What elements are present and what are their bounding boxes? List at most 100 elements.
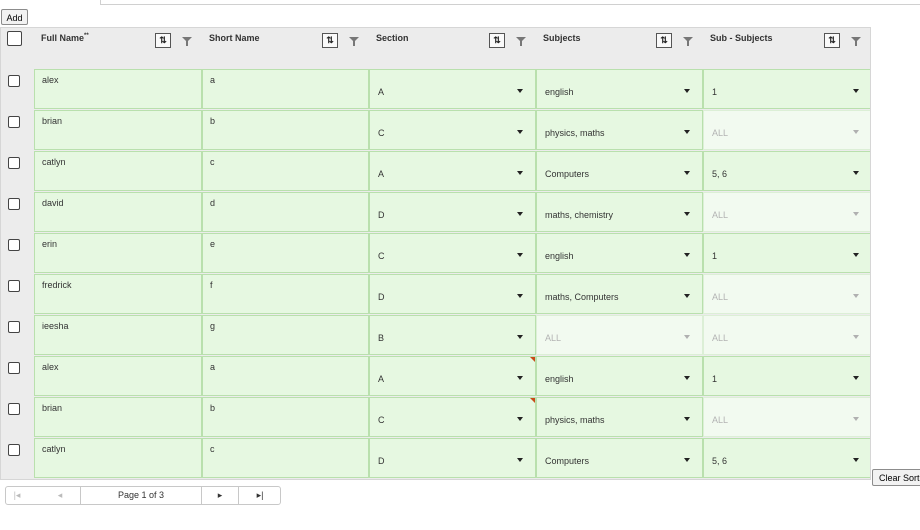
section-dropdown[interactable]: A xyxy=(369,356,536,396)
row-checkbox[interactable] xyxy=(8,403,20,415)
filter-icon[interactable] xyxy=(349,37,359,46)
section-dropdown[interactable]: B xyxy=(369,315,536,355)
short-name-cell[interactable]: c xyxy=(202,438,369,478)
short-name-cell[interactable]: b xyxy=(202,110,369,150)
full-name-cell[interactable]: alex xyxy=(34,69,202,109)
last-page-icon[interactable]: ▸| xyxy=(239,487,281,504)
row-checkbox[interactable] xyxy=(8,321,20,333)
sort-arrows-icon[interactable]: ⇅ xyxy=(155,33,171,48)
subjects-dropdown[interactable]: maths, chemistry xyxy=(536,192,703,232)
section-dropdown[interactable]: D xyxy=(369,274,536,314)
chevron-down-icon[interactable] xyxy=(684,417,690,421)
row-checkbox[interactable] xyxy=(8,444,20,456)
sort-arrows-icon[interactable]: ⇅ xyxy=(322,33,338,48)
subjects-dropdown[interactable]: Computers xyxy=(536,151,703,191)
chevron-down-icon[interactable] xyxy=(517,335,523,339)
subjects-dropdown[interactable]: english xyxy=(536,233,703,273)
sub-subjects-dropdown[interactable]: 1 xyxy=(703,69,870,109)
chevron-down-icon[interactable] xyxy=(684,212,690,216)
full-name-cell[interactable]: alex xyxy=(34,356,202,396)
sort-arrows-icon[interactable]: ⇅ xyxy=(656,33,672,48)
filter-icon[interactable] xyxy=(683,37,693,46)
subjects-dropdown[interactable]: english xyxy=(536,356,703,396)
chevron-down-icon[interactable] xyxy=(853,376,859,380)
section-dropdown[interactable]: A xyxy=(369,151,536,191)
chevron-down-icon[interactable] xyxy=(517,376,523,380)
chevron-down-icon[interactable] xyxy=(517,294,523,298)
short-name-cell[interactable]: c xyxy=(202,151,369,191)
sub-subjects-dropdown[interactable]: 1 xyxy=(703,233,870,273)
subjects-dropdown[interactable]: physics, maths xyxy=(536,110,703,150)
chevron-down-icon[interactable] xyxy=(684,294,690,298)
short-name-cell[interactable]: g xyxy=(202,315,369,355)
row-checkbox[interactable] xyxy=(8,280,20,292)
column-header-sub-subjects[interactable]: Sub - Subjects ⇅ xyxy=(703,28,870,69)
chevron-down-icon[interactable] xyxy=(853,171,859,175)
row-checkbox[interactable] xyxy=(8,157,20,169)
chevron-down-icon[interactable] xyxy=(517,458,523,462)
row-checkbox[interactable] xyxy=(8,362,20,374)
full-name-cell[interactable]: erin xyxy=(34,233,202,273)
full-name-cell[interactable]: ieesha xyxy=(34,315,202,355)
row-checkbox[interactable] xyxy=(8,239,20,251)
subjects-dropdown[interactable]: english xyxy=(536,69,703,109)
short-name-cell[interactable]: a xyxy=(202,69,369,109)
chevron-down-icon[interactable] xyxy=(517,417,523,421)
chevron-down-icon[interactable] xyxy=(684,89,690,93)
chevron-down-icon[interactable] xyxy=(517,171,523,175)
chevron-down-icon[interactable] xyxy=(517,212,523,216)
filter-icon[interactable] xyxy=(851,37,861,46)
subjects-dropdown[interactable]: physics, maths xyxy=(536,397,703,437)
section-dropdown[interactable]: D xyxy=(369,192,536,232)
full-name-cell[interactable]: catlyn xyxy=(34,438,202,478)
row-checkbox[interactable] xyxy=(8,116,20,128)
prev-page-icon[interactable]: ◂ xyxy=(36,487,84,504)
section-dropdown[interactable]: C xyxy=(369,397,536,437)
row-checkbox[interactable] xyxy=(8,75,20,87)
row-checkbox[interactable] xyxy=(8,198,20,210)
chevron-down-icon[interactable] xyxy=(853,458,859,462)
full-name-cell[interactable]: fredrick xyxy=(34,274,202,314)
short-name-cell[interactable]: a xyxy=(202,356,369,396)
first-page-icon[interactable]: |◂ xyxy=(6,487,28,504)
full-name-cell[interactable]: catlyn xyxy=(34,151,202,191)
chevron-down-icon[interactable] xyxy=(684,253,690,257)
chevron-down-icon[interactable] xyxy=(684,458,690,462)
column-header-subjects[interactable]: Subjects ⇅ xyxy=(536,28,702,69)
full-name-cell[interactable]: brian xyxy=(34,397,202,437)
short-name-cell[interactable]: e xyxy=(202,233,369,273)
full-name-cell[interactable]: brian xyxy=(34,110,202,150)
add-button[interactable]: Add xyxy=(1,9,28,25)
chevron-down-icon[interactable] xyxy=(684,376,690,380)
filter-icon[interactable] xyxy=(182,37,192,46)
column-header-short-name[interactable]: Short Name ⇅ xyxy=(202,28,368,69)
chevron-down-icon[interactable] xyxy=(517,253,523,257)
column-header-full-name[interactable]: Full Name** ⇅ xyxy=(34,28,201,69)
chevron-down-icon[interactable] xyxy=(684,130,690,134)
clear-sort-button[interactable]: Clear Sort xyxy=(872,469,920,486)
full-name-cell[interactable]: david xyxy=(34,192,202,232)
short-name-cell[interactable]: b xyxy=(202,397,369,437)
chevron-down-icon[interactable] xyxy=(853,89,859,93)
chevron-down-icon[interactable] xyxy=(517,130,523,134)
sub-subjects-dropdown[interactable]: 5, 6 xyxy=(703,438,870,478)
column-header-section[interactable]: Section ⇅ xyxy=(369,28,535,69)
section-dropdown[interactable]: C xyxy=(369,233,536,273)
sort-arrows-icon[interactable]: ⇅ xyxy=(489,33,505,48)
next-page-icon[interactable]: ▸ xyxy=(202,487,238,504)
short-name-cell[interactable]: d xyxy=(202,192,369,232)
sort-arrows-icon[interactable]: ⇅ xyxy=(824,33,840,48)
short-name-cell[interactable]: f xyxy=(202,274,369,314)
sub-subjects-dropdown[interactable]: 1 xyxy=(703,356,870,396)
section-dropdown[interactable]: A xyxy=(369,69,536,109)
chevron-down-icon[interactable] xyxy=(684,171,690,175)
chevron-down-icon[interactable] xyxy=(517,89,523,93)
chevron-down-icon[interactable] xyxy=(853,253,859,257)
filter-icon[interactable] xyxy=(516,37,526,46)
sub-subjects-dropdown[interactable]: 5, 6 xyxy=(703,151,870,191)
subjects-dropdown[interactable]: maths, Computers xyxy=(536,274,703,314)
select-all-checkbox[interactable] xyxy=(7,31,22,46)
subjects-dropdown[interactable]: Computers xyxy=(536,438,703,478)
section-dropdown[interactable]: D xyxy=(369,438,536,478)
section-dropdown[interactable]: C xyxy=(369,110,536,150)
